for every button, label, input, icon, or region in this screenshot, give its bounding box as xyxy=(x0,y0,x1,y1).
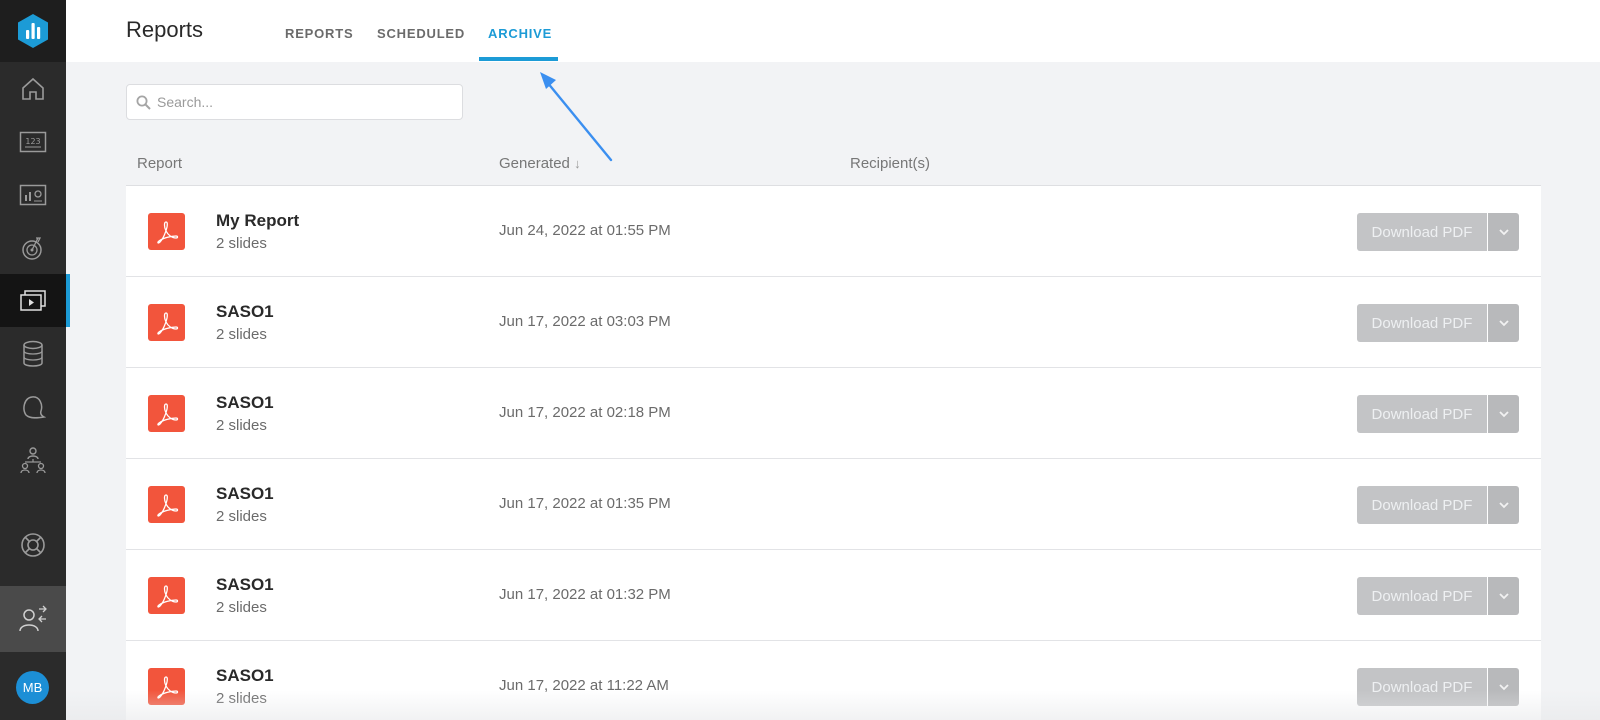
sidebar-item-goals[interactable] xyxy=(0,221,66,274)
slide-count: 2 slides xyxy=(216,326,267,343)
generated-date: Jun 24, 2022 at 01:55 PM xyxy=(499,222,671,239)
download-button-group: Download PDF xyxy=(1357,304,1519,342)
chevron-down-icon xyxy=(1498,502,1509,509)
tab-archive[interactable]: ARCHIVE xyxy=(488,26,552,41)
download-pdf-button[interactable]: Download PDF xyxy=(1357,395,1487,433)
generated-date: Jun 17, 2022 at 11:22 AM xyxy=(499,677,669,694)
generated-date: Jun 17, 2022 at 03:03 PM xyxy=(499,313,671,330)
pdf-file-icon xyxy=(148,486,185,523)
download-button-group: Download PDF xyxy=(1357,395,1519,433)
download-button-group: Download PDF xyxy=(1357,668,1519,706)
pdf-file-icon xyxy=(148,395,185,432)
active-tab-indicator xyxy=(479,57,558,61)
table-row[interactable]: SASO1 2 slides Jun 17, 2022 at 03:03 PM … xyxy=(126,277,1541,368)
download-button-group: Download PDF xyxy=(1357,486,1519,524)
chevron-down-icon xyxy=(1498,593,1509,600)
table-row[interactable]: SASO1 2 slides Jun 17, 2022 at 01:32 PM … xyxy=(126,550,1541,641)
database-icon xyxy=(23,340,43,367)
slide-count: 2 slides xyxy=(216,690,267,707)
sort-descending-icon: ↓ xyxy=(574,156,581,171)
pdf-file-icon xyxy=(148,668,185,705)
pdf-file-icon xyxy=(148,577,185,614)
sidebar-item-dashboards[interactable] xyxy=(0,168,66,221)
app-logo[interactable] xyxy=(0,0,66,62)
top-header: Reports REPORTS SCHEDULED ARCHIVE xyxy=(66,0,1600,62)
download-options-dropdown[interactable] xyxy=(1488,668,1519,706)
alerts-icon xyxy=(23,395,46,419)
sidebar-item-home[interactable] xyxy=(0,62,66,115)
reports-icon xyxy=(20,289,46,311)
tab-scheduled[interactable]: SCHEDULED xyxy=(377,26,465,41)
slide-count: 2 slides xyxy=(216,508,267,525)
report-name[interactable]: SASO1 xyxy=(216,302,274,322)
download-options-dropdown[interactable] xyxy=(1488,213,1519,251)
team-icon xyxy=(20,446,46,473)
bar-chart-logo-icon xyxy=(18,14,48,48)
download-pdf-button[interactable]: Download PDF xyxy=(1357,577,1487,615)
sidebar-item-team[interactable] xyxy=(0,433,66,486)
report-name[interactable]: SASO1 xyxy=(216,484,274,504)
slide-count: 2 slides xyxy=(216,599,267,616)
sidebar: 123 MB xyxy=(0,0,70,720)
generated-date: Jun 17, 2022 at 02:18 PM xyxy=(499,404,671,421)
column-header-generated-label: Generated xyxy=(499,155,570,172)
download-options-dropdown[interactable] xyxy=(1488,486,1519,524)
table-row[interactable]: SASO1 2 slides Jun 17, 2022 at 02:18 PM … xyxy=(126,368,1541,459)
sidebar-item-reports[interactable] xyxy=(0,274,70,327)
search-input[interactable] xyxy=(157,85,457,119)
generated-date: Jun 17, 2022 at 01:35 PM xyxy=(499,495,671,512)
download-options-dropdown[interactable] xyxy=(1488,304,1519,342)
chevron-down-icon xyxy=(1498,229,1509,236)
generated-date: Jun 17, 2022 at 01:32 PM xyxy=(499,586,671,603)
download-button-group: Download PDF xyxy=(1357,577,1519,615)
download-pdf-button[interactable]: Download PDF xyxy=(1357,213,1487,251)
tab-reports[interactable]: REPORTS xyxy=(285,26,353,41)
download-pdf-button[interactable]: Download PDF xyxy=(1357,668,1487,706)
column-header-generated[interactable]: Generated ↓ xyxy=(499,155,581,172)
table-row[interactable]: SASO1 2 slides Jun 17, 2022 at 01:35 PM … xyxy=(126,459,1541,550)
sidebar-item-metrics[interactable]: 123 xyxy=(0,115,66,168)
table-row[interactable]: SASO1 2 slides Jun 17, 2022 at 11:22 AM … xyxy=(126,641,1541,720)
sidebar-item-alerts[interactable] xyxy=(0,380,66,433)
report-name[interactable]: SASO1 xyxy=(216,575,274,595)
download-button-group: Download PDF xyxy=(1357,213,1519,251)
svg-text:123: 123 xyxy=(25,137,40,146)
chevron-down-icon xyxy=(1498,684,1509,691)
user-avatar[interactable]: MB xyxy=(16,671,49,704)
switch-user-icon xyxy=(19,605,47,632)
sidebar-item-switch-user[interactable] xyxy=(0,586,66,652)
download-options-dropdown[interactable] xyxy=(1488,395,1519,433)
help-icon xyxy=(21,532,45,557)
goals-icon xyxy=(22,236,42,260)
dashboard-icon xyxy=(19,184,47,205)
home-icon xyxy=(22,77,44,100)
pdf-file-icon xyxy=(148,213,185,250)
chevron-down-icon xyxy=(1498,320,1509,327)
search-icon xyxy=(136,95,151,110)
column-header-recipients[interactable]: Recipient(s) xyxy=(850,155,930,172)
slide-count: 2 slides xyxy=(216,235,267,252)
sidebar-item-data[interactable] xyxy=(0,327,66,380)
column-header-report[interactable]: Report xyxy=(137,155,182,172)
table-row[interactable]: My Report 2 slides Jun 24, 2022 at 01:55… xyxy=(126,186,1541,277)
page-title: Reports xyxy=(126,17,204,42)
report-list: My Report 2 slides Jun 24, 2022 at 01:55… xyxy=(126,186,1541,720)
slide-count: 2 slides xyxy=(216,417,267,434)
search-box xyxy=(126,84,463,120)
download-pdf-button[interactable]: Download PDF xyxy=(1357,486,1487,524)
download-pdf-button[interactable]: Download PDF xyxy=(1357,304,1487,342)
sidebar-item-help[interactable] xyxy=(0,518,66,571)
number-metric-icon: 123 xyxy=(19,131,47,152)
report-name[interactable]: SASO1 xyxy=(216,393,274,413)
report-name[interactable]: My Report xyxy=(216,211,299,231)
pdf-file-icon xyxy=(148,304,185,341)
report-name[interactable]: SASO1 xyxy=(216,666,274,686)
chevron-down-icon xyxy=(1498,411,1509,418)
download-options-dropdown[interactable] xyxy=(1488,577,1519,615)
